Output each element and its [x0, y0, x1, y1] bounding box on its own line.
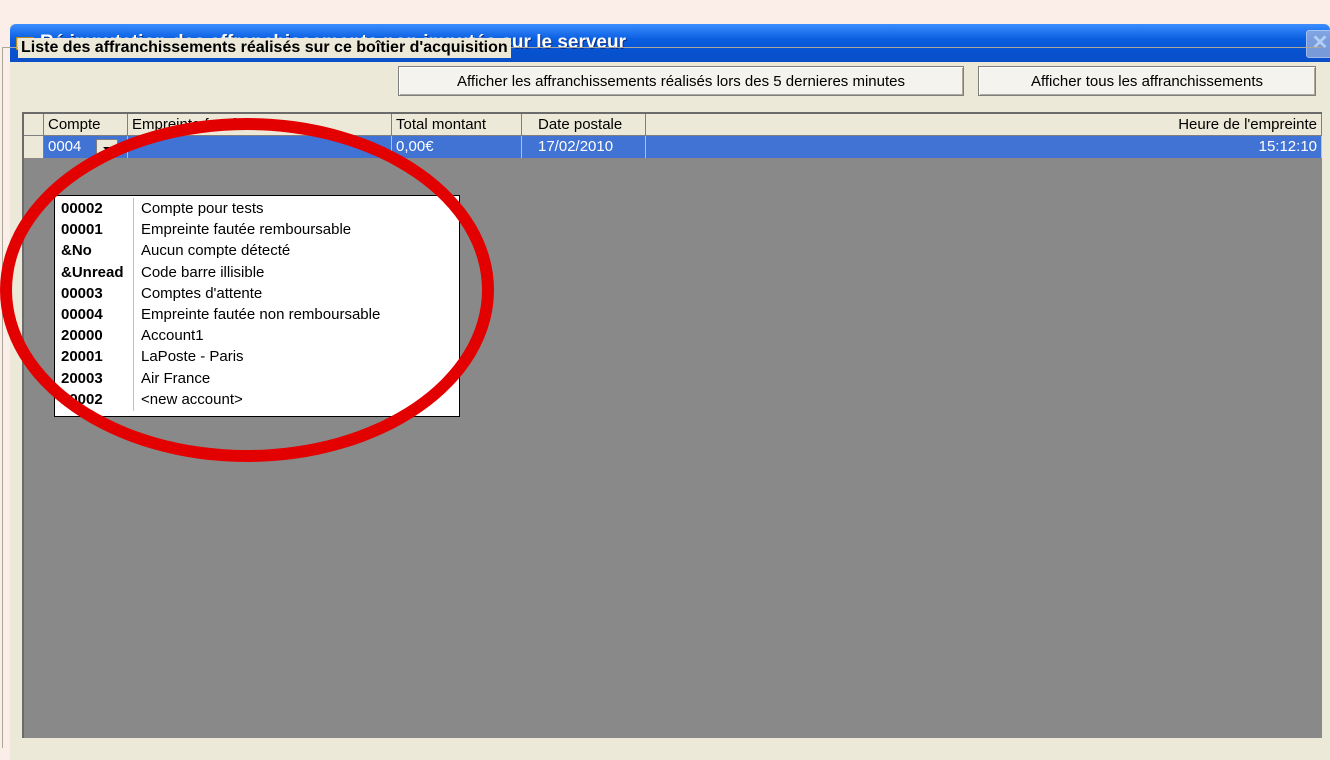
list-item[interactable]: 20002 <new account> [55, 388, 459, 411]
column-divider [133, 282, 134, 305]
table-row[interactable]: 0004 - 0,00€ 17/02/2010 15:12:10 [24, 136, 1322, 158]
column-header-compte[interactable]: Compte [44, 114, 128, 136]
column-divider [133, 198, 134, 220]
chevron-down-icon[interactable] [96, 139, 118, 157]
account-code: 00003 [61, 284, 103, 302]
column-header-montant[interactable]: Total montant [392, 114, 522, 136]
column-divider [133, 367, 134, 390]
account-code: 20002 [61, 390, 103, 408]
list-item[interactable]: 20000 Account1 [55, 325, 459, 348]
column-divider [133, 304, 134, 326]
account-code: 20001 [61, 348, 103, 366]
list-item[interactable]: 00004 Empreinte fautée non remboursable [55, 304, 459, 326]
account-code: 20000 [61, 327, 103, 345]
account-name: Compte pour tests [141, 200, 264, 217]
group-label: Liste des affranchissements réalisés sur… [18, 38, 511, 58]
account-code: 20003 [61, 369, 103, 387]
account-name: <new account> [141, 390, 243, 408]
column-header-date[interactable]: Date postale [522, 114, 646, 136]
row-header-corner [24, 114, 44, 136]
cell-montant[interactable]: 0,00€ [392, 136, 522, 158]
account-name: Comptes d'attente [141, 284, 263, 302]
account-code: 00001 [61, 221, 103, 239]
column-divider [133, 325, 134, 348]
account-code: 00004 [61, 306, 103, 323]
list-item[interactable]: 20003 Air France [55, 367, 459, 390]
row-selector[interactable] [24, 136, 44, 158]
column-divider [133, 346, 134, 369]
column-divider [133, 219, 134, 242]
column-header-empreinte[interactable]: Empreinte fautée [128, 114, 392, 136]
list-item[interactable]: &Unread Code barre illisible [55, 261, 459, 284]
list-item[interactable]: 00002 Compte pour tests [55, 198, 459, 220]
cell-empreinte[interactable]: - [128, 136, 392, 158]
account-code: &Unread [61, 263, 124, 281]
column-divider [133, 240, 134, 263]
list-item[interactable]: 00001 Empreinte fautée remboursable [55, 219, 459, 242]
list-item[interactable]: 20001 LaPoste - Paris [55, 346, 459, 369]
account-code: 00002 [61, 200, 103, 217]
column-divider [133, 388, 134, 411]
account-name: Aucun compte détecté [141, 242, 291, 260]
account-name: Air France [141, 369, 211, 387]
account-name: LaPoste - Paris [141, 348, 244, 366]
account-dropdown[interactable]: 00002 Compte pour tests 00001 Empreinte fau… [54, 195, 460, 417]
account-name: Account1 [141, 327, 204, 345]
account-name: Empreinte fautée remboursable [141, 221, 352, 239]
cell-heure[interactable]: 15:12:10 [646, 136, 1322, 158]
account-name: Empreinte fautée non remboursable [141, 306, 381, 323]
list-item[interactable]: 00003 Comptes d'attente [55, 282, 459, 305]
show-recent-button[interactable]: Afficher les affranchissements réalisés … [398, 66, 964, 96]
show-all-button[interactable]: Afficher tous les affranchissements [978, 66, 1316, 96]
account-code: &No [61, 242, 92, 260]
list-item[interactable]: &No Aucun compte détecté [55, 240, 459, 263]
account-name: Code barre illisible [141, 263, 265, 281]
column-header-heure[interactable]: Heure de l'empreinte [646, 114, 1322, 136]
cell-date[interactable]: 17/02/2010 [522, 136, 646, 158]
column-divider [133, 261, 134, 284]
